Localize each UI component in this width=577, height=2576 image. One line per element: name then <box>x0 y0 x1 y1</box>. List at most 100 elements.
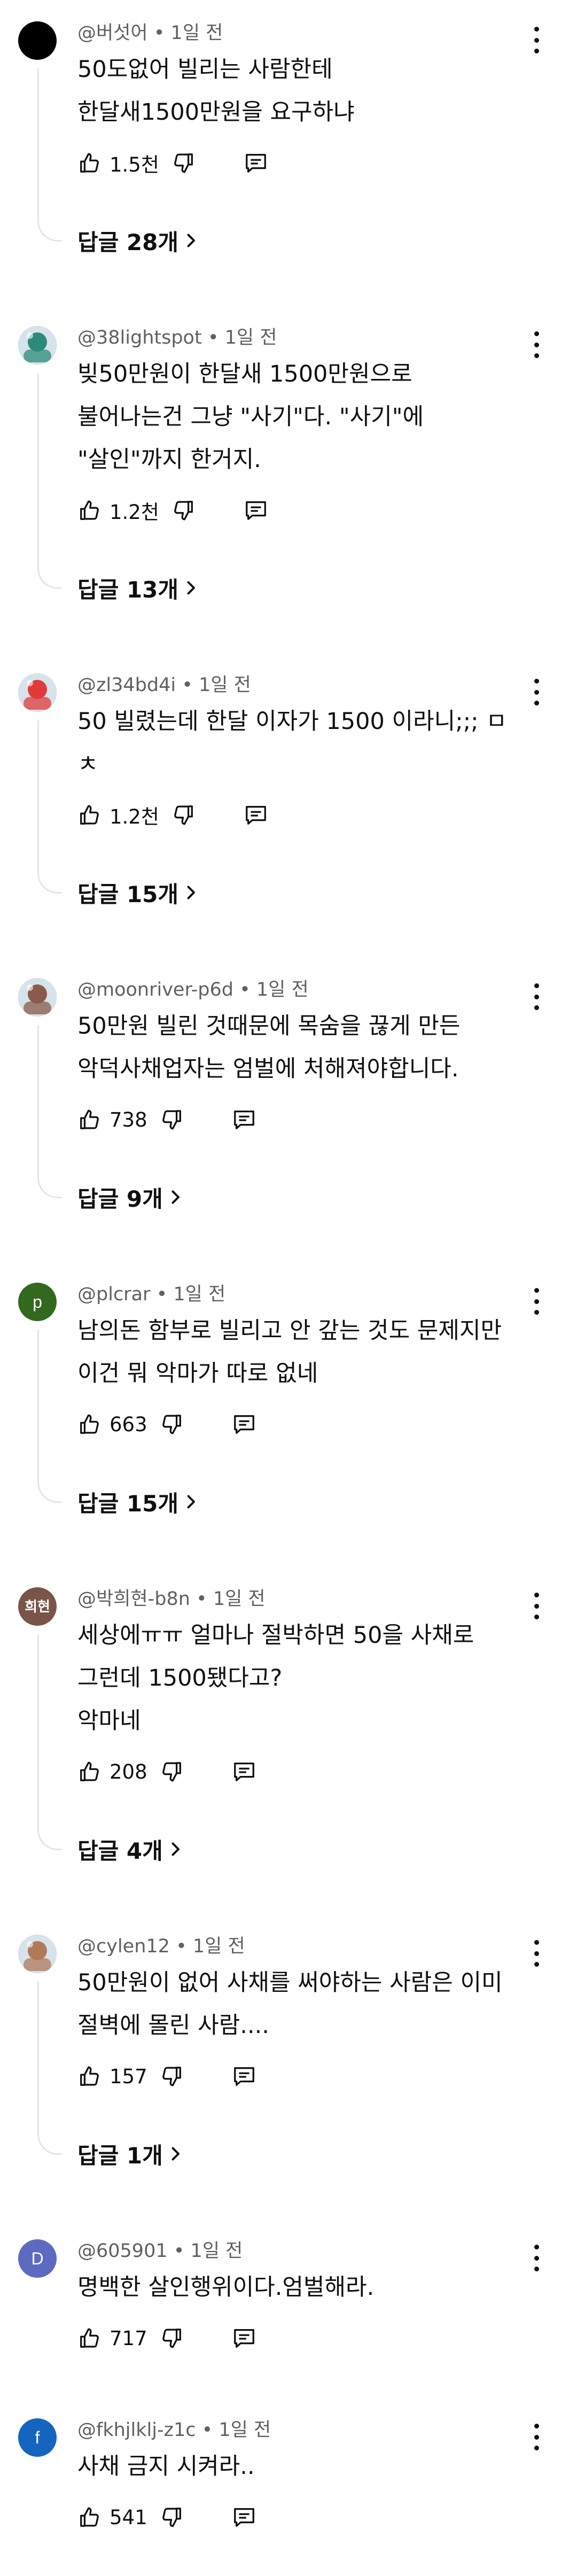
comment-text-line: 50도없어 빌리는 사람한테 <box>77 56 333 83</box>
like-button[interactable]: 738 <box>77 1107 147 1132</box>
dislike-button[interactable] <box>159 2505 184 2530</box>
meta-separator: • <box>182 674 193 696</box>
dislike-button[interactable] <box>159 2064 184 2089</box>
author-name[interactable]: @38lightspot <box>77 327 202 348</box>
comment-meta: @moonriver-p6d • 1일 전 <box>77 978 309 1002</box>
more-vert-icon[interactable] <box>530 1593 543 1619</box>
more-vert-icon[interactable] <box>530 679 543 705</box>
comment-item: 희현 @박희현-b8n • 1일 전 세상에ㅠㅠ 얼마나 절박하면 50을 사채로 그… <box>0 1566 577 1913</box>
comment-text-line: 빚50만원이 한달새 1500만원으로 <box>77 361 412 387</box>
more-vert-icon[interactable] <box>530 1288 543 1315</box>
comment-text-line: "살인"까지 한거지. <box>77 446 261 473</box>
comment-actions: 717 <box>77 2322 256 2354</box>
dislike-button[interactable] <box>159 1107 184 1132</box>
comment-meta: @38lightspot • 1일 전 <box>77 326 277 350</box>
comment-meta: @cylen12 • 1일 전 <box>77 1935 245 1958</box>
dislike-button[interactable] <box>159 1759 184 1784</box>
avatar[interactable] <box>18 978 57 1017</box>
comment-text-line: 악덕사채업자는 엄벌에 처해져야합니다. <box>77 1056 459 1082</box>
avatar[interactable]: D <box>18 2239 57 2278</box>
reply-button[interactable] <box>232 1107 256 1132</box>
dislike-button[interactable] <box>171 151 196 175</box>
comment-text-line: 악마네 <box>77 1708 141 1734</box>
comment-item: @38lightspot • 1일 전 빚50만원이 한달새 1500만원으로 불어… <box>0 305 577 652</box>
comment-text-line: 명백한 살인행위이다.엄벌해라. <box>77 2274 375 2301</box>
author-name[interactable]: @버섯어 <box>77 22 148 44</box>
more-vert-icon[interactable] <box>530 331 543 358</box>
reply-button[interactable] <box>244 498 268 523</box>
more-vert-icon[interactable] <box>530 2245 543 2271</box>
avatar[interactable]: 희현 <box>18 1587 57 1626</box>
reply-button[interactable] <box>232 2326 256 2350</box>
comment-actions: 157 <box>77 2060 256 2092</box>
dislike-button[interactable] <box>159 1412 184 1437</box>
comment-item: f @fkhjlklj-z1c • 1일 전 사채 금지 시켜라.. 541 <box>0 2397 577 2576</box>
more-vert-icon[interactable] <box>530 1940 543 1967</box>
author-name[interactable]: @박희현-b8n <box>77 1588 190 1610</box>
comment-text: 50만원이 없어 사채를 써야하는 사람은 이미 절벽에 몰린 사람.... <box>77 1961 526 2047</box>
comment-reply-icon <box>232 2064 256 2089</box>
view-replies-button[interactable]: 답글 15개 <box>77 1486 197 1518</box>
like-count: 738 <box>110 1108 147 1131</box>
view-replies-button[interactable]: 답글 1개 <box>77 2138 181 2170</box>
thumbs-down-icon <box>159 1412 184 1437</box>
avatar[interactable] <box>18 21 57 60</box>
more-vert-icon[interactable] <box>530 983 543 1010</box>
thumbs-down-icon <box>171 498 196 523</box>
author-name[interactable]: @fkhjlklj-z1c <box>77 2419 196 2441</box>
comment-text-line: 50만원이 없어 사채를 써야하는 사람은 이미 <box>77 1969 503 1996</box>
view-replies-button[interactable]: 답글 28개 <box>77 224 197 257</box>
chevron-right-icon <box>163 2146 181 2162</box>
like-button[interactable]: 1.2천 <box>77 496 159 525</box>
replies-count: 답글 1개 <box>77 2142 163 2169</box>
avatar[interactable] <box>18 1935 57 1973</box>
view-replies-button[interactable]: 답글 4개 <box>77 1833 181 1865</box>
author-name[interactable]: @cylen12 <box>77 1936 170 1957</box>
comment-actions: 541 <box>77 2501 256 2533</box>
avatar[interactable] <box>18 326 57 364</box>
reply-button[interactable] <box>232 2064 256 2089</box>
thread-line <box>37 1982 39 2132</box>
like-button[interactable]: 208 <box>77 1759 147 1784</box>
dislike-button[interactable] <box>171 803 196 827</box>
avatar[interactable]: f <box>18 2418 57 2457</box>
like-count: 663 <box>110 1413 147 1436</box>
thumbs-up-icon <box>77 2326 102 2350</box>
author-name[interactable]: @605901 <box>77 2240 168 2262</box>
like-button[interactable]: 717 <box>77 2326 147 2350</box>
comment-item: @버섯어 • 1일 전 50도없어 빌리는 사람한테 한달새1500만원을 요구하냐… <box>0 0 577 305</box>
view-replies-button[interactable]: 답글 15개 <box>77 876 197 909</box>
reply-button[interactable] <box>232 1759 256 1784</box>
author-name[interactable]: @zl34bd4i <box>77 674 176 696</box>
like-button[interactable]: 1.5천 <box>77 149 159 177</box>
author-name[interactable]: @moonriver-p6d <box>77 979 233 1000</box>
reply-button[interactable] <box>244 803 268 827</box>
dislike-button[interactable] <box>159 2326 184 2350</box>
like-button[interactable]: 541 <box>77 2505 147 2530</box>
view-replies-button[interactable]: 답글 9개 <box>77 1181 181 1213</box>
reply-button[interactable] <box>232 2505 256 2530</box>
reply-button[interactable] <box>244 151 268 175</box>
dislike-button[interactable] <box>171 498 196 523</box>
view-replies-button[interactable]: 답글 13개 <box>77 572 197 604</box>
thumbs-down-icon <box>159 2505 184 2530</box>
comment-time: 1일 전 <box>173 1284 226 1305</box>
comment-item: @zl34bd4i • 1일 전 50 빌렸는데 한달 이자가 1500 이라니;… <box>0 652 577 957</box>
meta-separator: • <box>239 979 251 1000</box>
meta-separator: • <box>156 1284 168 1305</box>
author-name[interactable]: @plcrar <box>77 1284 150 1305</box>
avatar[interactable] <box>18 673 57 712</box>
like-button[interactable]: 663 <box>77 1412 147 1437</box>
like-button[interactable]: 157 <box>77 2064 147 2089</box>
avatar-initial: p <box>33 1292 42 1312</box>
thumbs-down-icon <box>159 2326 184 2350</box>
avatar[interactable]: p <box>18 1283 57 1321</box>
more-vert-icon[interactable] <box>530 2424 543 2450</box>
like-button[interactable]: 1.2천 <box>77 801 159 829</box>
replies-count: 답글 4개 <box>77 1837 163 1864</box>
thumbs-up-icon <box>77 2505 102 2530</box>
comment-meta: @zl34bd4i • 1일 전 <box>77 673 251 697</box>
comment-actions: 208 <box>77 1756 256 1788</box>
more-vert-icon[interactable] <box>530 27 543 53</box>
reply-button[interactable] <box>232 1412 256 1437</box>
